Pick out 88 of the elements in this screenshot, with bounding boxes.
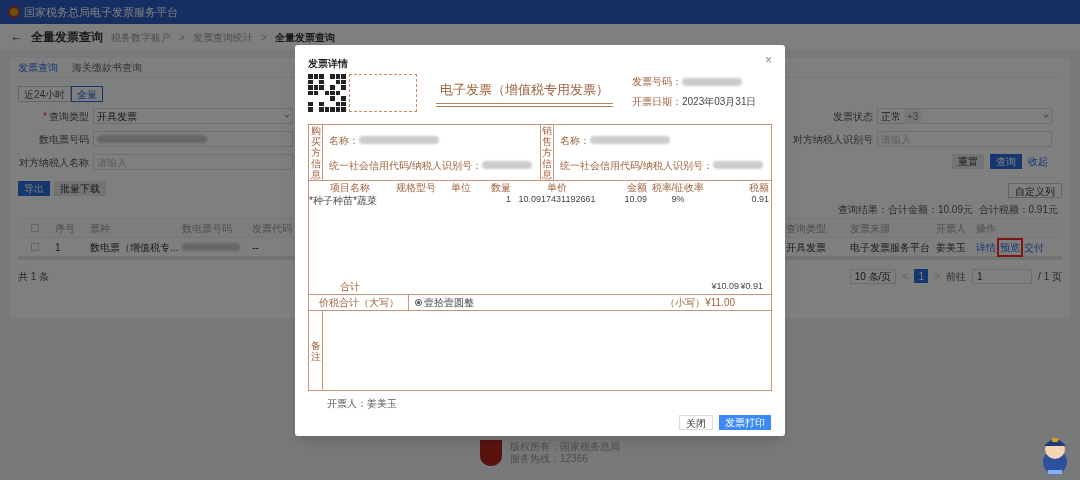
range-toggle[interactable]: 近24小时 <box>18 86 72 102</box>
checkbox[interactable] <box>30 243 39 251</box>
field-label: 统一社会信用代码/纳税人识别号： <box>560 158 713 173</box>
field-label: 对方纳税人识别号 <box>793 132 873 147</box>
tab[interactable]: 海关缴款书查询 <box>72 60 142 75</box>
page-size-select[interactable]: 10 条/页 <box>849 268 897 284</box>
export-button[interactable]: 导出 <box>18 181 50 196</box>
select-field[interactable]: 开具发票 <box>93 108 293 124</box>
table-cell-text: 电子发票服务平台 <box>850 240 930 255</box>
table-cell: 9% <box>671 194 685 205</box>
site-title: 国家税务总局电子发票服务平台 <box>24 4 178 20</box>
side-label: 销售方信息 <box>542 125 552 180</box>
dialog-button[interactable]: 发票打印 <box>719 415 771 430</box>
filter-button[interactable]: 重置 <box>952 154 984 169</box>
table-cell-text: 开具发票 <box>786 240 826 255</box>
checkbox[interactable] <box>30 224 39 232</box>
table-cell-text: 数电票（增值税专... <box>90 240 179 255</box>
column-header: 单价 <box>547 182 567 193</box>
cross-circle-icon <box>415 299 422 306</box>
issuer-text: 开票人：姜美玉 <box>327 397 398 411</box>
action-link[interactable]: 预览 <box>999 239 1021 255</box>
side-label: 购买方信息 <box>310 125 321 180</box>
field-label: 对方纳税人名称 <box>19 155 89 170</box>
total-tax: ¥0.91 <box>740 281 763 292</box>
input-field[interactable] <box>93 131 293 147</box>
dialog-title: 发票详情 <box>308 57 348 71</box>
emblem-icon <box>8 6 20 18</box>
field-label: 查询类型 <box>49 109 89 124</box>
column-header: 项目名称 <box>330 182 370 193</box>
field-label: 价税合计（大写） <box>318 296 399 310</box>
amount-in-words: 壹拾壹圆整 <box>424 296 474 310</box>
field-label: 统一社会信用代码/纳税人识别号： <box>329 158 482 173</box>
column-header: 税率/征收率 <box>651 182 705 193</box>
filter-button[interactable]: 查询 <box>990 154 1022 169</box>
emblem-icon <box>480 440 502 466</box>
column-header: 规格型号 <box>396 182 436 193</box>
table-cell: 0.91 <box>751 194 769 205</box>
tab[interactable]: 发票查询 <box>18 60 58 75</box>
side-label: 备注 <box>310 339 321 362</box>
range-toggle[interactable]: 全量 <box>71 86 104 102</box>
table-cell: 10.09 <box>624 194 647 205</box>
action-link[interactable]: 详情 <box>976 239 996 255</box>
invoice-title: 电子发票（增值税专用发票） <box>436 80 613 107</box>
table-cell-text: 1 <box>55 240 61 255</box>
close-button[interactable]: × <box>765 54 772 66</box>
total-count: 共 1 条 <box>18 269 50 284</box>
summary-text: 查询结果：合计金额：10.09元 合计税额：0.91元 <box>837 202 1058 217</box>
breadcrumb-separator: > <box>260 30 267 45</box>
goto-label: 前往 <box>946 269 967 284</box>
page-total: / 1 页 <box>1038 269 1062 284</box>
field-label: 发票号码： <box>632 75 682 89</box>
page-input[interactable]: 1 <box>972 268 1033 284</box>
column-header: 金额 <box>627 182 647 193</box>
required-mark-icon: * <box>43 108 47 124</box>
next-page-button[interactable]: > <box>934 268 941 284</box>
total-amount: ¥10.09 <box>711 281 739 292</box>
column-header: 单位 <box>451 182 471 193</box>
field-label: 名称： <box>560 133 590 148</box>
batch-download-button[interactable]: 批量下载 <box>54 181 106 196</box>
field-label: 开票日期： <box>632 95 682 109</box>
field-label: 发票状态 <box>833 109 873 124</box>
total-label: 合计 <box>340 281 360 293</box>
collapse-link[interactable]: 收起 <box>1028 154 1048 169</box>
blurred-value <box>682 77 742 86</box>
column-header: 税额 <box>749 182 769 193</box>
table-cell-text: 姜美玉 <box>936 240 966 255</box>
field-label: 数电票号码 <box>39 132 89 147</box>
dialog-button[interactable]: 关闭 <box>679 415 713 430</box>
stamp-placeholder <box>349 74 417 112</box>
column-header: 数量 <box>491 182 511 193</box>
breadcrumb-separator: > <box>179 30 185 45</box>
table-cell: *种子种苗*蔬菜 <box>309 194 377 206</box>
custom-columns-button[interactable]: 自定义列 <box>1008 183 1062 198</box>
qr-code-icon <box>308 74 346 112</box>
blurred-value <box>182 243 240 251</box>
table-cell: 10.0917431192661 <box>518 194 596 205</box>
table-cell-text: -- <box>252 240 259 255</box>
blurred-value <box>481 161 532 169</box>
action-link[interactable]: 交付 <box>1024 239 1044 255</box>
field-label: 名称： <box>329 133 359 148</box>
previous-page-button[interactable]: < <box>902 268 909 284</box>
page-button[interactable]: 1 <box>914 269 929 283</box>
blurred-value <box>712 161 763 169</box>
invoice-date: 2023年03月31日 <box>682 95 757 109</box>
page-title: 全量发票查询 <box>31 29 103 46</box>
amount-in-figures: （小写）¥11.00 <box>665 296 736 310</box>
back-button[interactable]: ← <box>10 27 23 47</box>
table-cell: 1 <box>506 194 511 205</box>
